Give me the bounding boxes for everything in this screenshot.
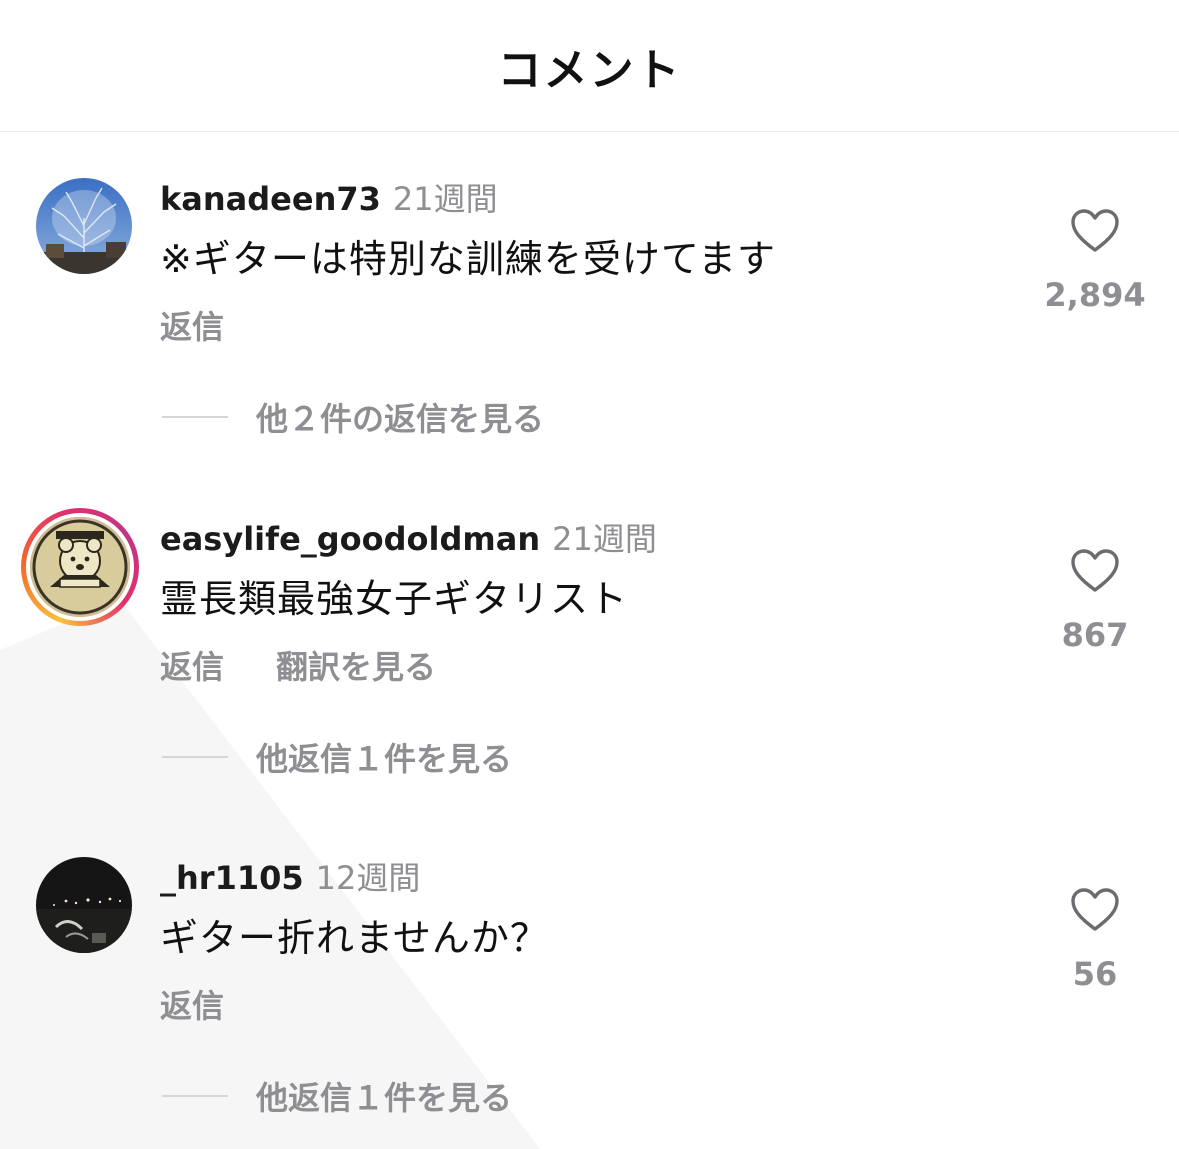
comment-actions: 返信: [160, 981, 224, 1027]
view-replies-label: 他２件の返信を見る: [256, 400, 545, 438]
comment-text: ※ギターは特別な訓練を受けてます: [160, 237, 776, 281]
heart-icon[interactable]: [1070, 208, 1120, 254]
avatar-image: [36, 178, 132, 274]
bear-badge-avatar[interactable]: [21, 508, 139, 626]
comment-meta: easylife_goodoldman 21週間: [160, 514, 657, 560]
heart-icon[interactable]: [1070, 548, 1120, 594]
like-count: 2,894: [1044, 276, 1146, 314]
comment-item: _hr1105 12週間 ギター折れませんか？ 返信 他返信１件を見る 56: [0, 811, 1179, 1131]
comment-meta: kanadeen73 21週間: [160, 174, 498, 220]
view-replies-button[interactable]: 他返信１件を見る: [162, 734, 512, 780]
avatar-image: [36, 857, 132, 953]
comment-actions: 返信: [160, 302, 224, 348]
comment-text: 霊長類最強女子ギタリスト: [160, 577, 629, 621]
view-replies-label: 他返信１件を見る: [256, 1079, 513, 1117]
comments-header: コメント: [0, 0, 1179, 132]
story-ring: [26, 513, 134, 621]
comment-item: easylife_goodoldman 21週間 霊長類最強女子ギタリスト 返信 翻…: [0, 472, 1179, 792]
comment-item: kanadeen73 21週間 ※ギターは特別な訓練を受けてます 返信 他２件の返…: [0, 132, 1179, 452]
like-count: 867: [1061, 616, 1129, 654]
comment-text: ギター折れませんか？: [160, 916, 549, 960]
timestamp: 12週間: [315, 859, 421, 897]
view-replies-button[interactable]: 他２件の返信を見る: [162, 394, 544, 440]
timestamp: 21週間: [392, 180, 498, 218]
reply-button[interactable]: 返信: [160, 308, 224, 346]
like-count: 56: [1072, 955, 1118, 993]
reply-button[interactable]: 返信: [160, 987, 224, 1025]
view-replies-label: 他返信１件を見る: [256, 740, 513, 778]
comment-meta: _hr1105 12週間: [160, 853, 420, 899]
comments-screen: コメント kanadeen73 21週間 ※ギターは特別な訓練を受けてます 返信…: [0, 0, 1179, 1149]
username[interactable]: _hr1105: [160, 859, 304, 897]
username[interactable]: easylife_goodoldman: [160, 520, 540, 558]
comment-actions: 返信 翻訳を見る: [160, 642, 436, 688]
replies-divider: [162, 1095, 228, 1097]
username[interactable]: kanadeen73: [160, 180, 381, 218]
view-replies-button[interactable]: 他返信１件を見る: [162, 1073, 512, 1119]
timestamp: 21週間: [552, 520, 657, 558]
heart-icon[interactable]: [1070, 887, 1120, 933]
reply-button[interactable]: 返信: [160, 648, 224, 686]
like-control: 56: [1040, 887, 1150, 993]
night-scene-avatar[interactable]: [36, 857, 132, 953]
like-control: 2,894: [1040, 208, 1150, 314]
winter-tree-avatar[interactable]: [36, 178, 132, 274]
like-control: 867: [1040, 548, 1150, 654]
page-title: コメント: [497, 44, 682, 96]
translate-button[interactable]: 翻訳を見る: [276, 648, 436, 686]
avatar-image: [30, 517, 130, 617]
replies-divider: [162, 756, 228, 758]
replies-divider: [162, 416, 228, 418]
